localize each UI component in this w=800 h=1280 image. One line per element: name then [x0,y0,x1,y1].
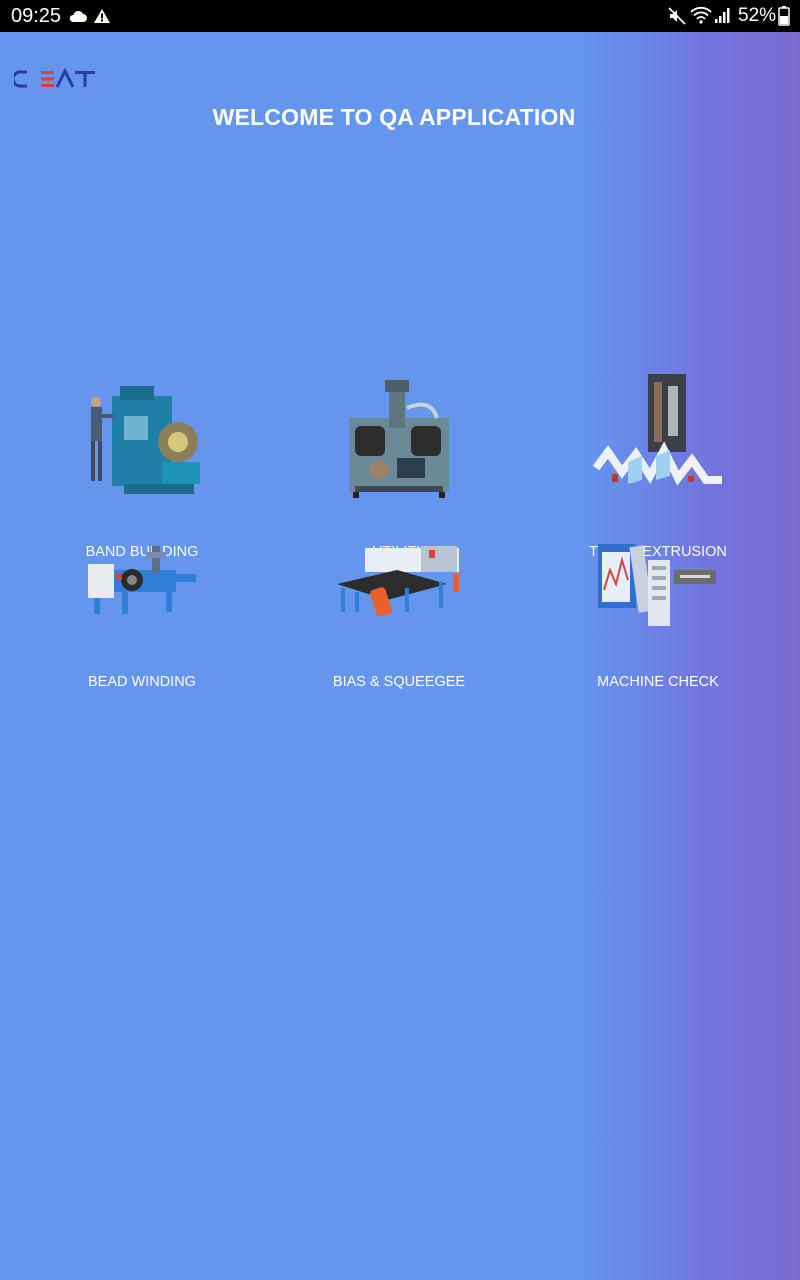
menu-item-machine-check[interactable]: MACHINE CHECK [538,540,778,700]
cloud-icon [69,10,87,22]
band-building-machine-icon [91,386,200,494]
battery-level: 52% [738,5,777,26]
menu-item-bead-winding[interactable]: BEAD WINDING [22,540,262,700]
home-screen: WELCOME TO QA APPLICATION BAND BUILDING [0,32,800,1280]
page-title: WELCOME TO QA APPLICATION [212,104,576,130]
mute-icon [668,7,686,25]
alert-icon [94,9,110,23]
menu-item-bias-squeegee[interactable]: BIAS & SQUEEGEE [279,540,519,700]
menu-item-band-building[interactable]: BAND BUILDING [22,370,262,560]
utility-machine-icon [349,380,449,498]
tread-extrusion-icon [592,374,722,486]
signal-icon [715,8,730,23]
menu-item-label: BIAS & SQUEEGEE [332,674,466,690]
battery-icon [778,6,790,26]
wifi-icon [690,6,712,24]
status-time: 09:25 [11,5,62,27]
menu-item-label: BEAD WINDING [88,674,196,690]
menu-item-tread-extrusion[interactable]: TREAD EXTRUSION [538,370,778,560]
menu-item-label: MACHINE CHECK [597,674,719,690]
bead-winding-machine-icon [88,546,196,614]
ceat-logo [11,67,98,90]
status-bar: 09:25 52% [0,0,800,32]
bias-squeegee-machine-icon [337,546,459,616]
menu-item-utility[interactable]: UTILITY [279,370,519,560]
machine-check-icon [598,544,716,626]
